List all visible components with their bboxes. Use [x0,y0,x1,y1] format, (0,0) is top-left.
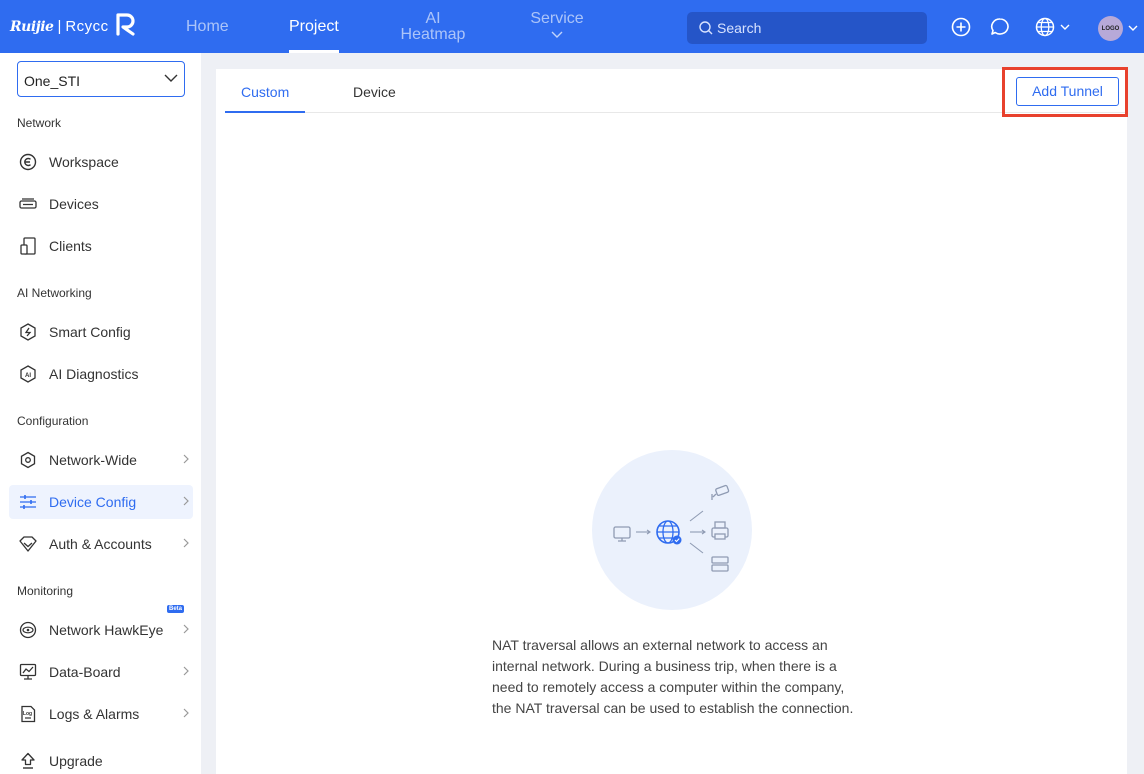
project-select[interactable]: One_STI [17,61,185,97]
top-navbar: Ruijie | Rcycc Home Project AI Heatmap S… [0,0,1144,53]
sidebar-item-devices[interactable]: Devices [9,187,193,221]
smart-config-icon [18,322,38,342]
tab-custom[interactable]: Custom [241,84,289,100]
empty-state-description: NAT traversal allows an external network… [492,637,854,716]
avatar[interactable]: LOGO [1098,16,1123,41]
sidebar-item-label: Workspace [49,154,119,170]
chevron-right-icon [183,538,189,548]
search-input[interactable]: Search [687,12,927,44]
sidebar-item-network-wide[interactable]: Network-Wide [9,443,193,477]
brand-reyee: Rcycc [65,18,109,35]
brand-separator: | [57,18,62,35]
search-placeholder: Search [717,20,762,36]
globe-icon [1035,17,1055,37]
language-selector[interactable] [1035,17,1070,37]
sidebar-item-label: Logs & Alarms [49,706,140,722]
sidebar-item-label: Clients [49,238,92,254]
server-icon [711,556,729,572]
sidebar-item-label: Network-Wide [49,452,137,468]
sidebar: One_STI Network Workspace Devices Client… [0,53,201,774]
clients-icon [18,236,38,256]
ai-diagnostics-icon: AI [18,364,38,384]
chevron-down-icon [551,31,563,38]
section-network: Network [17,116,62,130]
chevron-right-icon [183,454,189,464]
sidebar-item-network-hawkeye[interactable]: Network HawkEye Beta [9,605,193,647]
sidebar-item-auth-accounts[interactable]: Auth & Accounts [9,527,193,561]
nav-service-label: Service [530,10,584,27]
devices-icon [18,194,38,214]
sidebar-item-device-config[interactable]: Device Config [9,485,193,519]
nav-service[interactable]: Service [527,11,587,64]
brand-mark-icon [115,12,137,41]
sidebar-item-upgrade[interactable]: Upgrade [9,744,193,774]
sidebar-item-workspace[interactable]: Workspace [9,145,193,179]
nav-ai-heatmap[interactable]: AI Heatmap [398,11,468,64]
chevron-down-icon [1060,24,1070,30]
chevron-down-icon[interactable] [1128,25,1138,31]
add-tunnel-button[interactable]: Add Tunnel [1016,77,1119,106]
chevron-right-icon [183,624,189,634]
data-board-icon [18,662,38,682]
sidebar-item-smart-config[interactable]: Smart Config [9,315,193,349]
diamond-icon [18,534,38,554]
sidebar-item-label: Data-Board [49,664,121,680]
active-tab-indicator [225,111,305,113]
sidebar-item-label: Upgrade [49,753,103,769]
workspace-icon [18,152,38,172]
nav-ai-heatmap-line1: AI [425,10,441,27]
tab-device[interactable]: Device [353,84,396,100]
sidebar-item-label: AI Diagnostics [49,366,139,382]
hawkeye-icon [18,620,38,640]
arrow-icon [636,529,651,535]
sidebar-item-clients[interactable]: Clients [9,229,193,263]
brand-logo[interactable]: Ruijie | Rcycc [10,12,137,41]
nav-project-underline [289,50,339,53]
sidebar-item-label: Auth & Accounts [49,536,152,552]
main-panel: Custom Device Add Tunnel NAT traversal a… [216,67,1128,774]
beta-badge: Beta [167,605,185,613]
nav-ai-heatmap-line2: Heatmap [400,26,466,43]
network-wide-icon [18,450,38,470]
globe-icon [656,520,682,545]
sidebar-item-label: Network HawkEye [49,622,164,638]
upgrade-icon [18,751,38,771]
camera-icon [711,484,730,500]
computer-icon [613,526,631,542]
chevron-right-icon [183,708,189,718]
chevron-right-icon [183,666,189,676]
nat-traversal-illustration [592,450,752,610]
sidebar-item-label: Device Config [49,494,137,510]
section-configuration: Configuration [17,414,89,428]
svg-text:Log: Log [23,711,32,717]
section-monitoring: Monitoring [17,584,74,598]
sidebar-item-logs-alarms[interactable]: Log Logs & Alarms [9,697,193,731]
nav-project[interactable]: Project [289,19,339,72]
avatar-text: LOGO [1101,25,1120,32]
brand-ruijie: Ruijie [10,18,54,35]
search-icon [699,21,713,35]
add-circle-icon[interactable] [951,17,971,37]
tabs-divider [225,112,1127,113]
chevron-right-icon [183,496,189,506]
logs-icon: Log [18,704,38,724]
svg-text:AI: AI [25,373,31,379]
sidebar-item-label: Smart Config [49,324,131,340]
project-select-value: One_STI [24,73,81,89]
sidebar-item-data-board[interactable]: Data-Board [9,655,193,689]
sliders-icon [18,492,38,512]
sidebar-item-label: Devices [49,196,99,212]
arrow-icon [689,510,706,554]
chat-icon[interactable] [990,17,1010,37]
sidebar-item-ai-diagnostics[interactable]: AI AI Diagnostics [9,357,193,391]
chevron-down-icon [164,74,178,82]
section-ai-networking: AI Networking [17,286,92,300]
printer-icon [711,521,729,540]
